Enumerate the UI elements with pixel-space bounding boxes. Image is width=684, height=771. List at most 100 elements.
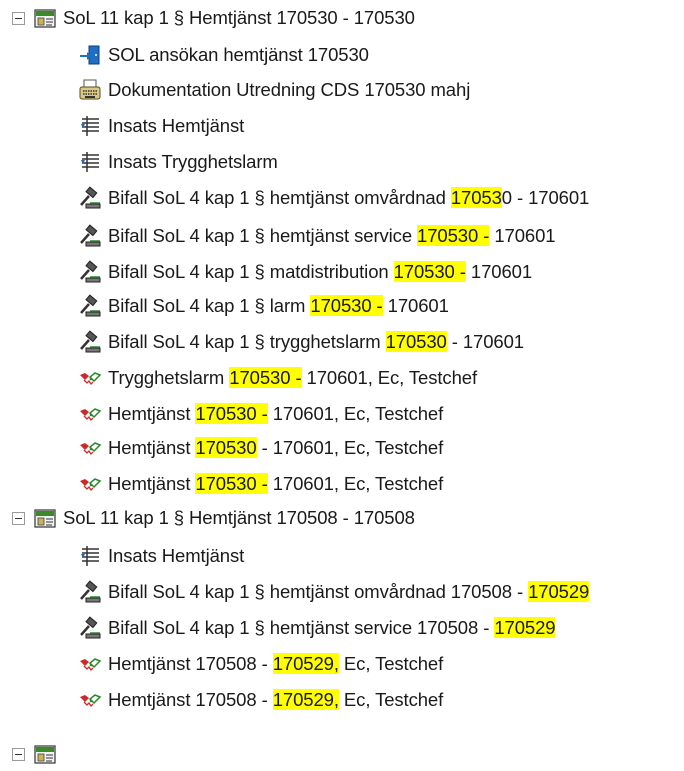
tree-node-label: Hemtjänst 170530 - 170601, Ec, Testchef [108,403,443,425]
tree-node-execution[interactable]: Hemtjänst 170508 - 170529, Ec, Testchef [78,685,443,715]
label-text: Trygghetslarm [108,367,230,388]
tree-node-label: Bifall SoL 4 kap 1 § hemtjänst omvårdnad… [108,581,589,603]
label-text: SoL 11 kap 1 § Hemtjänst 170508 - 170508 [63,507,415,528]
label-text: 170601 [382,295,449,316]
highlighted-text: 170530 [385,331,447,352]
insats-list-icon [78,150,102,174]
tree-node-execution[interactable]: Hemtjänst 170530 - 170601, Ec, Testchef [78,469,443,499]
tree-node-label: Hemtjänst 170530 - 170601, Ec, Testchef [108,437,443,459]
tree-node-case[interactable]: SoL 11 kap 1 § Hemtjänst 170508 - 170508 [12,503,415,533]
tree-node-label: Insats Trygghetslarm [108,151,278,173]
label-text: Insats Trygghetslarm [108,151,278,172]
highlighted-text: 170530 - [417,225,490,246]
label-text: SOL ansökan hemtjänst 170530 [108,44,369,65]
tree-node-label: Bifall SoL 4 kap 1 § matdistribution 170… [108,261,532,283]
execution-handshake-icon [78,688,102,712]
label-text: Hemtjänst 170508 - [108,689,273,710]
tree-node-decision[interactable]: Bifall SoL 4 kap 1 § hemtjänst service 1… [78,613,556,643]
label-text: Hemtjänst [108,437,196,458]
tree-node-decision[interactable]: Bifall SoL 4 kap 1 § matdistribution 170… [78,257,532,287]
tree-node-label: Bifall SoL 4 kap 1 § trygghetslarm 17053… [108,331,524,353]
label-text: Insats Hemtjänst [108,545,245,566]
tree-node-insats[interactable]: Insats Hemtjänst [78,111,244,141]
tree-node-case[interactable]: SoL 11 kap 1 § Hemtjänst 170530 - 170530 [12,3,415,33]
tree-node-case[interactable] [12,737,63,771]
insats-list-icon [78,114,102,138]
tree-node-label: Hemtjänst 170508 - 170529, Ec, Testchef [108,653,443,675]
tree-node-decision[interactable]: Bifall SoL 4 kap 1 § hemtjänst service 1… [78,221,556,251]
application-door-icon [78,43,102,67]
decision-gavel-icon [78,260,102,284]
tree-node-decision[interactable]: Bifall SoL 4 kap 1 § hemtjänst omvårdnad… [78,577,589,607]
label-text: - 170601, Ec, Testchef [256,437,444,458]
decision-gavel-icon [78,580,102,604]
label-text: 170601, Ec, Testchef [267,473,444,494]
tree-node-label: Hemtjänst 170508 - 170529, Ec, Testchef [108,689,443,711]
tree-node-decision[interactable]: Bifall SoL 4 kap 1 § hemtjänst omvårdnad… [78,183,589,213]
label-text: Hemtjänst 170508 - [108,653,273,674]
tree-node-label: Insats Hemtjänst [108,115,244,137]
label-text: - 170601 [446,331,524,352]
label-text: Dokumentation Utredning CDS 170530 mahj [108,79,471,100]
highlighted-text: 17053 [450,187,502,208]
tree-node-label: Bifall SoL 4 kap 1 § hemtjänst service 1… [108,617,556,639]
label-text: 170601, Ec, Testchef [301,367,478,388]
tree-node-label: SoL 11 kap 1 § Hemtjänst 170530 - 170530 [63,7,415,29]
highlighted-text: 170530 [195,437,257,458]
execution-handshake-icon [78,652,102,676]
tree-node-execution[interactable]: Hemtjänst 170530 - 170601, Ec, Testchef [78,433,443,463]
label-text: 170601, Ec, Testchef [267,403,444,424]
tree-node-execution[interactable]: Hemtjänst 170508 - 170529, Ec, Testchef [78,649,443,679]
insats-list-icon [78,544,102,568]
tree-node-label: SoL 11 kap 1 § Hemtjänst 170508 - 170508 [63,507,415,529]
highlighted-text: 170530 - [310,295,383,316]
tree-node-decision[interactable]: Bifall SoL 4 kap 1 § trygghetslarm 17053… [78,327,524,357]
tree-node-insats[interactable]: Insats Hemtjänst [78,541,244,571]
label-text: Bifall SoL 4 kap 1 § hemtjänst service 1… [108,617,495,638]
label-text: Bifall SoL 4 kap 1 § hemtjänst service [108,225,418,246]
tree-node-decision[interactable]: Bifall SoL 4 kap 1 § larm 170530 - 17060… [78,291,449,321]
tree-node-execution[interactable]: Trygghetslarm 170530 - 170601, Ec, Testc… [78,363,477,393]
label-text: Ec, Testchef [338,653,444,674]
label-text: Bifall SoL 4 kap 1 § matdistribution [108,261,394,282]
tree-node-label: Dokumentation Utredning CDS 170530 mahj [108,79,470,101]
tree-node-label: Hemtjänst 170530 - 170601, Ec, Testchef [108,473,443,495]
case-tree: SoL 11 kap 1 § Hemtjänst 170530 - 170530… [0,0,684,771]
label-text: Bifall SoL 4 kap 1 § hemtjänst omvårdnad… [108,581,529,602]
decision-gavel-icon [78,186,102,210]
tree-node-label: SOL ansökan hemtjänst 170530 [108,44,369,66]
execution-handshake-icon [78,402,102,426]
decision-gavel-icon [78,330,102,354]
highlighted-text: 170530 - [229,367,302,388]
collapse-toggle-icon[interactable] [12,11,25,25]
execution-handshake-icon [78,472,102,496]
tree-node-label: Bifall SoL 4 kap 1 § hemtjänst omvårdnad… [108,187,589,209]
tree-node-label: Bifall SoL 4 kap 1 § hemtjänst service 1… [108,225,556,247]
tree-node-label: Bifall SoL 4 kap 1 § larm 170530 - 17060… [108,295,449,317]
collapse-toggle-icon[interactable] [12,747,25,761]
label-text: Ec, Testchef [338,689,444,710]
execution-handshake-icon [78,366,102,390]
highlighted-text: 170529, [272,689,339,710]
highlighted-text: 170530 - [195,473,268,494]
label-text: 0 - 170601 [501,187,590,208]
label-text: Hemtjänst [108,403,196,424]
tree-node-insats[interactable]: Insats Trygghetslarm [78,147,278,177]
highlighted-text: 170530 - [393,261,466,282]
label-text: Bifall SoL 4 kap 1 § hemtjänst omvårdnad [108,187,451,208]
execution-handshake-icon [78,436,102,460]
case-folder-icon [33,6,57,30]
tree-node-label: Trygghetslarm 170530 - 170601, Ec, Testc… [108,367,477,389]
label-text: Bifall SoL 4 kap 1 § larm [108,295,311,316]
collapse-toggle-icon[interactable] [12,511,25,525]
tree-node-execution[interactable]: Hemtjänst 170530 - 170601, Ec, Testchef [78,399,443,429]
tree-node-documentation[interactable]: Dokumentation Utredning CDS 170530 mahj [78,75,470,105]
decision-gavel-icon [78,224,102,248]
label-text: Bifall SoL 4 kap 1 § trygghetslarm [108,331,386,352]
tree-node-application[interactable]: SOL ansökan hemtjänst 170530 [78,40,369,70]
decision-gavel-icon [78,616,102,640]
case-folder-icon [33,742,57,766]
case-folder-icon [33,506,57,530]
decision-gavel-icon [78,294,102,318]
label-text: SoL 11 kap 1 § Hemtjänst 170530 - 170530 [63,7,415,28]
